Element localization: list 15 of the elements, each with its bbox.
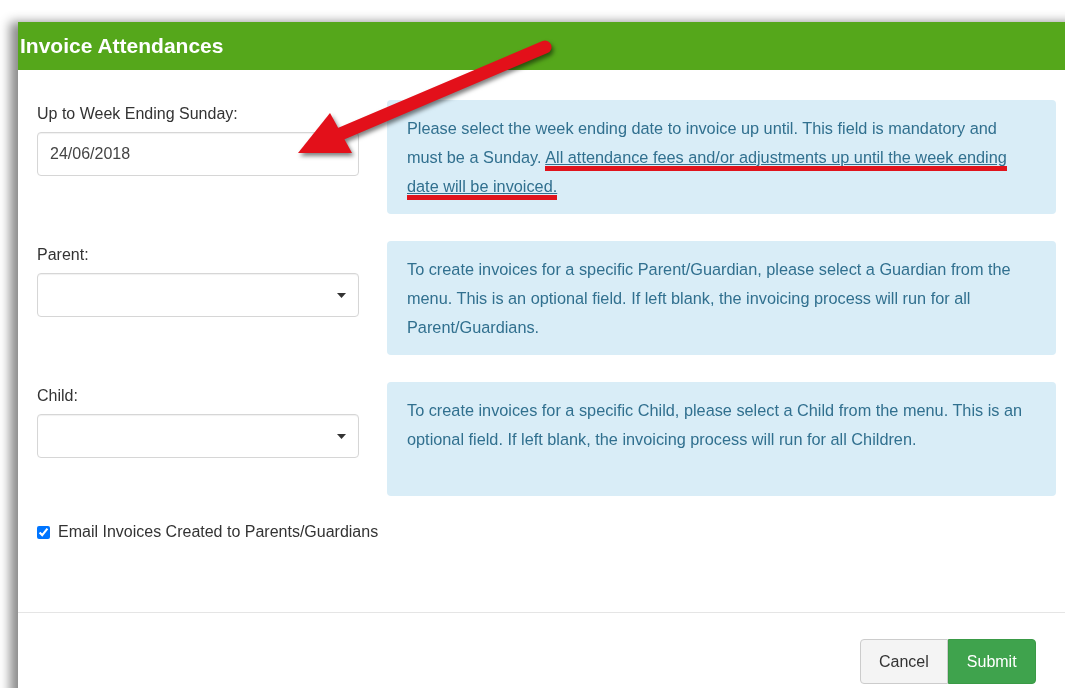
cancel-button[interactable]: Cancel: [860, 639, 948, 684]
checkbox-label: Email Invoices Created to Parents/Guardians: [58, 523, 379, 541]
email-checkbox[interactable]: [37, 525, 50, 539]
caret-icon: [337, 433, 346, 439]
caret-icon: [337, 292, 346, 298]
dropdown-field[interactable]: [37, 273, 359, 317]
field-label: Child:: [37, 387, 79, 405]
help-text: To create invoices for a specific Parent/Guardian, please select a Guardian from the menu. This is an optional field. If left blank, the invoicing process will run for all Parent/Guardians.: [387, 241, 1056, 355]
dialog-title: Invoice Attendances: [20, 34, 224, 58]
field-label: Up to Week Ending Sunday:: [37, 105, 239, 123]
help-text: To create invoices for a specific Child, please select a Child from the menu. This is an optional field. If left blank, the invoicing process will run for all Children.: [387, 382, 1056, 496]
help-text: Please select the week ending date to invoice up until. This field is mandatory and must be a Sunday. All attendance fees and/or adjustments up until the week ending date will be invoiced.: [387, 100, 1056, 214]
dropdown-field[interactable]: [37, 414, 359, 458]
date-field[interactable]: 24/06/2018: [37, 132, 359, 176]
field-label: Parent:: [37, 246, 90, 264]
